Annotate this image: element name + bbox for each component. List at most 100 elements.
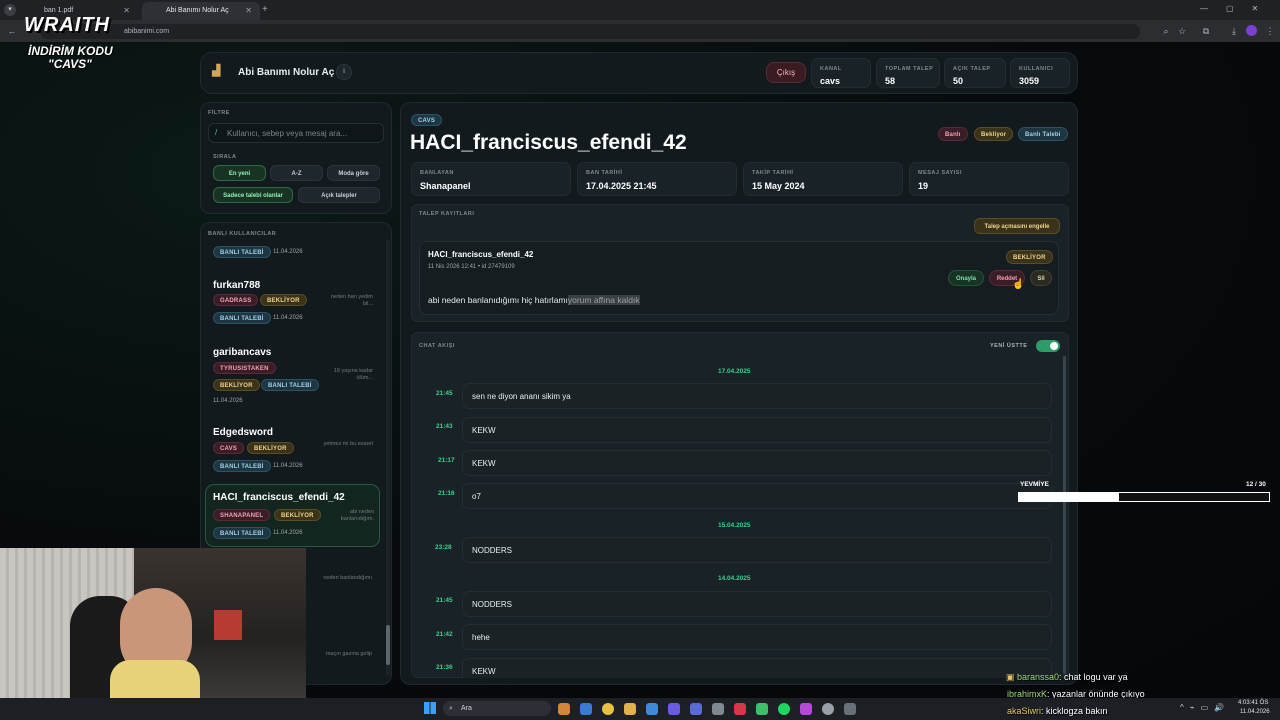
taskbar-app-icon[interactable] xyxy=(580,703,592,715)
close-icon[interactable]: ✕ xyxy=(123,2,130,20)
banned-users-title: BANLI KULLANICILAR xyxy=(208,231,277,237)
date-separator: 17.04.2025 xyxy=(718,368,751,375)
list-item[interactable]: garibancavs TYRUSISTAKEN BEKLİYOR BANLI … xyxy=(205,341,381,411)
clock-date[interactable]: 11.04.2026 xyxy=(1240,709,1270,715)
logout-button[interactable]: Çıkış xyxy=(766,62,806,83)
chat-text: : chat logu var ya xyxy=(1059,672,1128,682)
newest-first-toggle[interactable] xyxy=(1036,340,1060,352)
taskbar-app-icon[interactable] xyxy=(778,703,790,715)
taskbar-app-icon[interactable] xyxy=(624,703,636,715)
user-date: 11.04.2026 xyxy=(273,463,303,469)
status-request-pill: Banlı Talebi xyxy=(1018,127,1068,141)
wraith-logo: WRAITH xyxy=(24,14,110,36)
close-icon[interactable]: ✕ xyxy=(245,2,252,20)
address-bar[interactable]: abibanimi.com xyxy=(40,24,1140,39)
tag: BEKLİYOR xyxy=(213,379,260,391)
list-item[interactable]: furkan788 GADRASS BEKLİYOR BANLI TALEBİ … xyxy=(205,274,381,330)
profile-avatar[interactable] xyxy=(1246,25,1257,36)
sort-newest-button[interactable]: En yeni xyxy=(213,165,266,181)
taskbar-app-icon[interactable] xyxy=(558,703,570,715)
tab-abibanimi[interactable]: Abi Banımı Nolur Aç ✕ xyxy=(142,2,260,20)
only-with-requests-toggle[interactable]: Sadece talebi olanlar xyxy=(213,187,293,203)
promo-line2: "CAVS" xyxy=(48,57,92,71)
chat-message: KEKW xyxy=(462,417,1052,443)
delete-button[interactable]: Sil xyxy=(1030,270,1052,286)
tag: BANLI TALEBİ xyxy=(261,379,319,391)
tray-icons[interactable]: ^⌁▭🔊 xyxy=(1180,703,1230,712)
message-snippet: neden ban yedim bil... xyxy=(330,294,373,307)
user-date: 11.04.2026 xyxy=(213,398,243,404)
user-date: 11.04.2026 xyxy=(273,530,303,536)
taskbar-search-label: Ara xyxy=(461,705,472,712)
taskbar-app-icon[interactable] xyxy=(800,703,812,715)
request-message-text: abi neden banlanıdığımı hiç hatırlamı xyxy=(428,295,568,305)
sort-az-button[interactable]: A-Z xyxy=(270,165,323,181)
approve-button[interactable]: Onayla xyxy=(948,270,984,286)
user-name: Edgedsword xyxy=(213,427,274,438)
taskbar-app-icon[interactable] xyxy=(822,703,834,715)
stat-label: AÇIK TALEP xyxy=(953,66,991,72)
chat-text: : kicklogza bakın xyxy=(1041,706,1108,716)
extensions-icon[interactable]: ⧉ xyxy=(1200,25,1212,37)
tag: SHANAPANEL xyxy=(213,509,271,521)
taskbar-app-icon[interactable] xyxy=(690,703,702,715)
list-item[interactable]: Edgedsword CAVS BEKLİYOR BANLI TALEBİ 11… xyxy=(205,421,381,477)
block-requests-button[interactable]: Talep açmasını engelle xyxy=(974,218,1060,234)
sort-mod-button[interactable]: Moda göre xyxy=(327,165,380,181)
zoom-icon[interactable]: ⌕ xyxy=(1160,25,1172,37)
user-name: garibancavs xyxy=(213,347,272,358)
clock-time[interactable]: 4:03:41 ÖS xyxy=(1238,700,1268,706)
request-message-selected: yorum affına kaldık xyxy=(567,295,640,305)
message-time: 21:17 xyxy=(438,457,455,464)
requests-title: TALEP KAYITLARI xyxy=(419,211,475,217)
info-button[interactable]: i xyxy=(336,64,352,80)
download-icon[interactable]: ⤓ xyxy=(1228,25,1240,37)
taskbar-app-icon[interactable] xyxy=(734,703,746,715)
stat-label: TOPLAM TALEP xyxy=(885,66,934,72)
taskbar-search[interactable]: ⌕ Ara xyxy=(443,701,551,716)
field-value: 17.04.2025 21:45 xyxy=(586,181,657,191)
status-pending-pill: Bekliyor xyxy=(974,127,1014,141)
window-controls[interactable]: —▢✕ xyxy=(1200,4,1276,13)
taskbar-app-icon[interactable] xyxy=(756,703,768,715)
stat-total-requests: TOPLAM TALEP 58 xyxy=(876,58,940,88)
request-badge: BANLI TALEBİ xyxy=(213,460,271,472)
message-snippet: neden banlandığımı xyxy=(323,575,372,581)
goal-progress-fill xyxy=(1019,493,1119,501)
taskbar-app-icon[interactable] xyxy=(712,703,724,715)
url-text: abibanimi.com xyxy=(124,28,170,35)
message-snippet: maçın gazına gelip xyxy=(325,651,372,657)
chat-message: NODDERS xyxy=(462,591,1052,617)
taskbar-app-icon[interactable] xyxy=(668,703,680,715)
channel-badge: CAVS xyxy=(411,114,443,126)
menu-icon[interactable]: ⋮ xyxy=(1264,25,1276,37)
detail-username: HACI_franciscus_efendi_42 xyxy=(410,131,687,154)
search-placeholder: Kullanıcı, sebep veya mesaj ara... xyxy=(227,129,348,138)
tag: CAVS xyxy=(213,442,245,454)
promo-line1: İNDİRİM KODU xyxy=(28,44,113,58)
new-tab-button[interactable]: + xyxy=(262,4,268,15)
stream-chat-line: akaSiwri: kicklogza bakın xyxy=(1007,706,1108,716)
message-time: 21:43 xyxy=(436,423,453,430)
taskbar-app-icon[interactable] xyxy=(844,703,856,715)
user-date: 11.04.2026 xyxy=(273,249,303,255)
list-item-selected[interactable]: HACI_franciscus_efendi_42 SHANAPANEL BEK… xyxy=(205,484,380,547)
taskbar-app-icon[interactable] xyxy=(646,703,658,715)
taskbar-app-icon[interactable] xyxy=(602,703,614,715)
bookmark-star-icon[interactable]: ☆ xyxy=(1176,25,1188,37)
field-ban-date: BAN TARİHİ 17.04.2025 21:45 xyxy=(577,162,737,196)
chat-scrollbar[interactable] xyxy=(1063,356,1066,674)
field-message-count: MESAJ SAYISI 19 xyxy=(909,162,1069,196)
stat-users: KULLANICI 3059 xyxy=(1010,58,1070,88)
request-user: HACI_franciscus_efendi_42 xyxy=(428,250,534,259)
windows-start-icon[interactable] xyxy=(424,702,436,714)
open-requests-toggle[interactable]: Açık talepler xyxy=(298,187,380,203)
search-input[interactable]: / Kullanıcı, sebep veya mesaj ara... xyxy=(208,123,384,143)
back-icon[interactable]: ← xyxy=(6,25,18,37)
app-title: Abi Banımı Nolur Aç xyxy=(238,67,335,78)
message-time: 21:45 xyxy=(436,390,453,397)
scrollbar[interactable] xyxy=(386,240,390,676)
pencil-icon: / xyxy=(215,128,218,137)
tab-search-button[interactable]: ▾ xyxy=(4,4,16,16)
field-label: BANLAYAN xyxy=(420,170,454,176)
